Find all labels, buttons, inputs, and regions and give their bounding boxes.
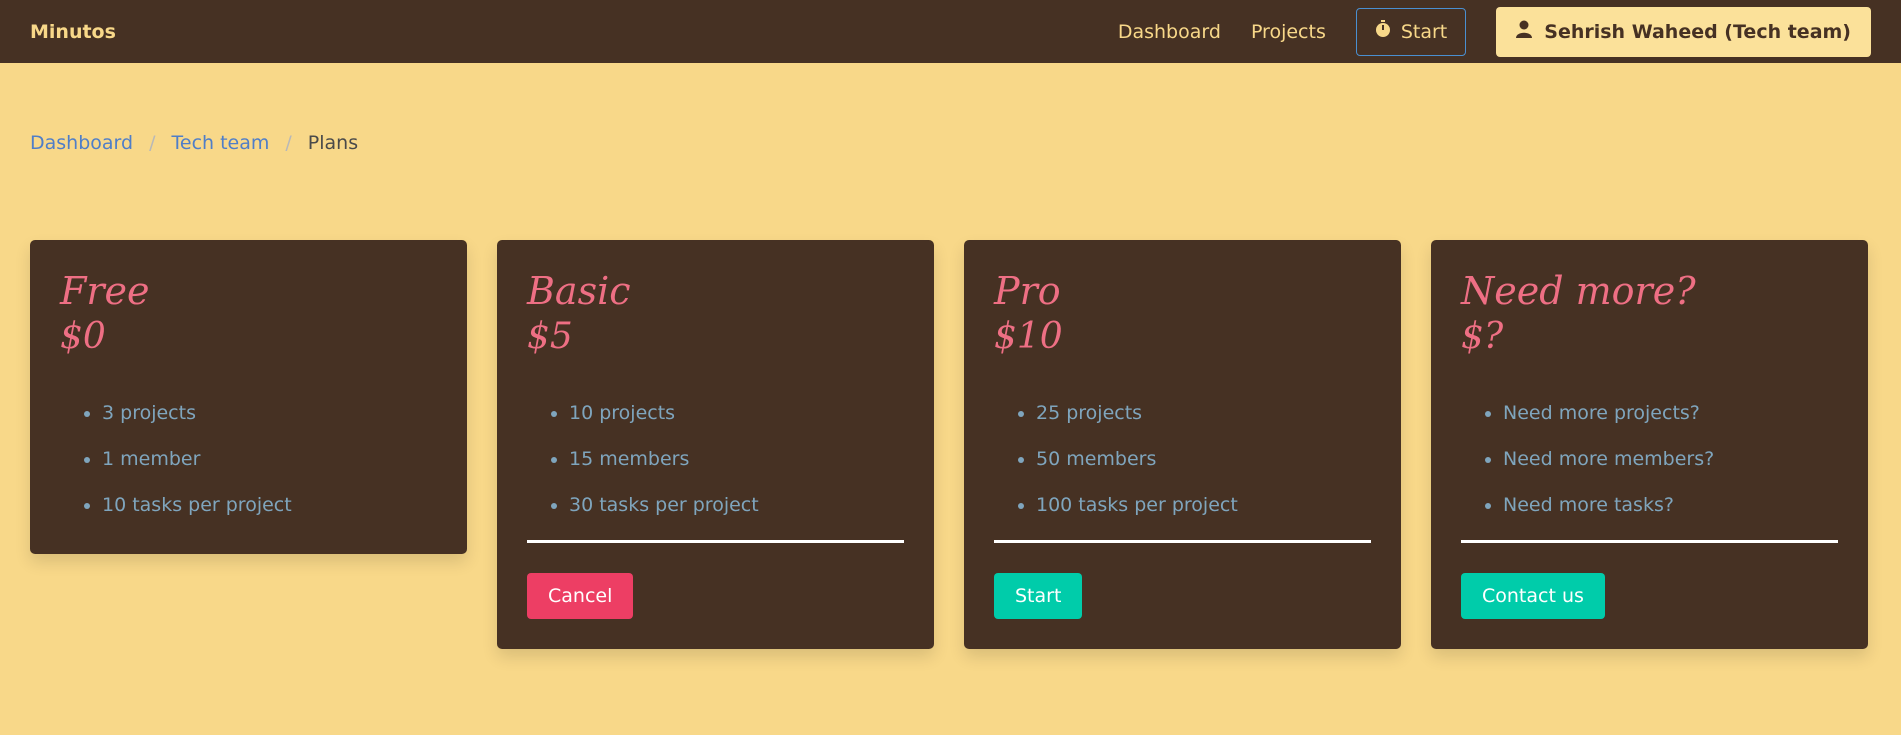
top-navbar: Minutos Dashboard Projects Start Sehrish…	[0, 0, 1901, 63]
plan-feature: 100 tasks per project	[1036, 494, 1371, 516]
start-pro-button[interactable]: Start	[994, 573, 1083, 620]
plan-feature: 10 tasks per project	[102, 494, 437, 516]
plan-card-free: Free $0 3 projects 1 member 10 tasks per…	[30, 240, 467, 555]
card-divider	[994, 540, 1371, 544]
card-divider	[527, 540, 904, 544]
user-icon	[1516, 20, 1533, 43]
plan-feature: 30 tasks per project	[569, 494, 904, 516]
plan-features: Need more projects? Need more members? N…	[1461, 402, 1838, 516]
user-menu-button[interactable]: Sehrish Waheed (Tech team)	[1496, 6, 1871, 57]
breadcrumb: Dashboard / Tech team / Plans	[30, 132, 358, 154]
plan-feature: 50 members	[1036, 448, 1371, 470]
start-label: Start	[1400, 20, 1448, 43]
nav-dashboard-link[interactable]: Dashboard	[1118, 21, 1221, 43]
cancel-plan-button[interactable]: Cancel	[527, 573, 634, 620]
breadcrumb-separator: /	[285, 132, 292, 154]
plan-feature: 3 projects	[102, 402, 437, 424]
breadcrumb-separator: /	[149, 132, 156, 154]
plan-features: 10 projects 15 members 30 tasks per proj…	[527, 402, 904, 516]
plan-price: $?	[1461, 315, 1504, 357]
plan-features: 3 projects 1 member 10 tasks per project	[60, 402, 437, 516]
plan-title: Basic	[527, 269, 631, 313]
plan-feature: 25 projects	[1036, 402, 1371, 424]
card-divider	[1461, 540, 1838, 544]
plan-card-basic: Basic $5 10 projects 15 members 30 tasks…	[497, 240, 934, 650]
contact-us-button[interactable]: Contact us	[1461, 573, 1605, 620]
plan-feature: Need more members?	[1503, 448, 1838, 470]
plan-card-pro: Pro $10 25 projects 50 members 100 tasks…	[964, 240, 1401, 650]
plans-grid: Free $0 3 projects 1 member 10 tasks per…	[30, 240, 1868, 650]
plan-feature: Need more projects?	[1503, 402, 1838, 424]
plan-title: Pro	[994, 269, 1061, 313]
user-name-label: Sehrish Waheed (Tech team)	[1544, 20, 1851, 43]
plan-title: Free	[60, 269, 150, 313]
plan-features: 25 projects 50 members 100 tasks per pro…	[994, 402, 1371, 516]
plan-title: Need more?	[1461, 269, 1696, 313]
plan-feature: Need more tasks?	[1503, 494, 1838, 516]
plan-card-need-more: Need more? $? Need more projects? Need m…	[1431, 240, 1868, 650]
breadcrumb-dashboard[interactable]: Dashboard	[30, 132, 133, 154]
plan-price: $5	[527, 315, 573, 357]
plan-feature: 10 projects	[569, 402, 904, 424]
plan-feature: 15 members	[569, 448, 904, 470]
start-timer-button[interactable]: Start	[1355, 7, 1467, 56]
breadcrumb-tech-team[interactable]: Tech team	[172, 132, 270, 154]
plan-price: $10	[994, 315, 1063, 357]
stopwatch-icon	[1375, 20, 1391, 43]
plan-feature: 1 member	[102, 448, 437, 470]
breadcrumb-current: Plans	[307, 132, 359, 154]
brand-logo[interactable]: Minutos	[30, 21, 116, 43]
plan-price: $0	[60, 315, 106, 357]
nav-projects-link[interactable]: Projects	[1251, 21, 1326, 43]
nav-right: Dashboard Projects Start Sehrish Waheed …	[1118, 6, 1871, 57]
